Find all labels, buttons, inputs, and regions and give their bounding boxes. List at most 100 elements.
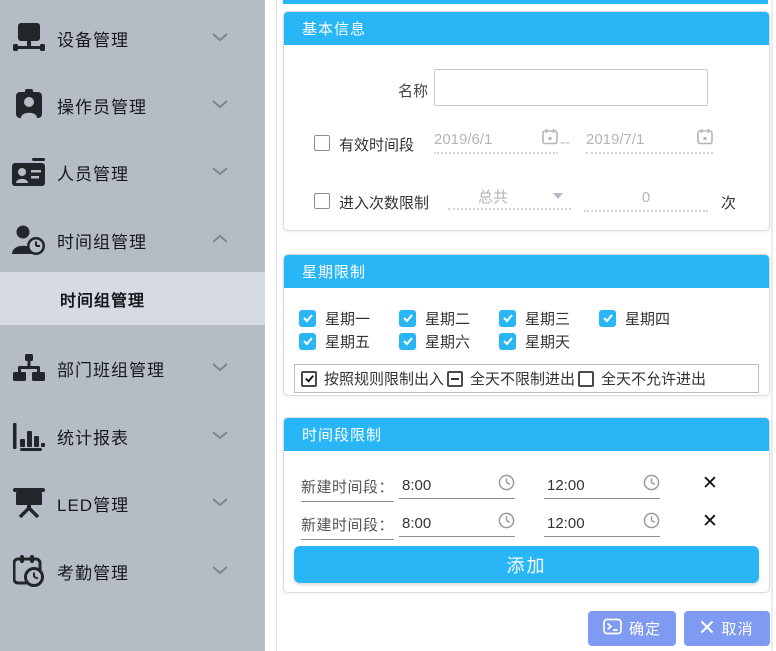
entry-limit-checkbox[interactable]: [314, 193, 330, 209]
entry-limit-count-field[interactable]: 0: [584, 184, 708, 212]
time-group-icon: [7, 224, 51, 256]
sidebar-subitem-time-group-management[interactable]: 时间组管理: [0, 272, 265, 325]
weekday-checkbox-friday[interactable]: 星期五: [299, 332, 370, 351]
mode-label: 按照规则限制出入: [324, 371, 445, 388]
sidebar-item-label: 考勤管理: [57, 563, 129, 583]
mode-label: 全天不允许进出: [601, 371, 707, 388]
chevron-down-icon: [212, 359, 228, 377]
entry-limit-mode-value: 总共: [478, 188, 509, 206]
weekday-checkbox-monday[interactable]: 星期一: [299, 309, 370, 328]
sidebar-item-label: LED管理: [57, 495, 130, 515]
start-date-field[interactable]: 2019/6/1: [434, 126, 558, 154]
delete-time-row-button[interactable]: ✕: [702, 512, 718, 531]
clock-icon[interactable]: [498, 474, 515, 496]
sidebar-divider: [276, 0, 277, 651]
sidebar-item-operators[interactable]: 操作员管理: [0, 78, 265, 132]
checkbox-checked-icon: [399, 309, 416, 327]
clock-icon[interactable]: [643, 512, 660, 534]
sidebar-item-led[interactable]: LED管理: [0, 476, 265, 530]
end-time-value: 12:00: [547, 514, 585, 532]
basic-info-panel: 基本信息 名称 有效时间段 2019/6/1 -- 2019/7/1 进入次数限…: [283, 11, 770, 231]
chevron-down-icon: [212, 562, 228, 580]
mode-rule-restrict[interactable]: 按照规则限制出入: [301, 368, 447, 389]
close-icon: [700, 620, 714, 638]
valid-period-label: 有效时间段: [339, 137, 415, 154]
device-icon: [7, 22, 51, 54]
add-time-row-button[interactable]: 添加: [294, 546, 759, 583]
name-input[interactable]: [434, 69, 708, 106]
chevron-down-icon: [553, 193, 563, 199]
cancel-button[interactable]: 取消: [684, 611, 770, 646]
sidebar-item-personnel[interactable]: 人员管理: [0, 145, 265, 199]
clock-icon[interactable]: [498, 512, 515, 534]
weekday-label: 星期四: [625, 310, 671, 328]
chevron-down-icon: [212, 96, 228, 114]
terminal-icon: [603, 618, 622, 639]
weekday-checkbox-saturday[interactable]: 星期六: [399, 332, 470, 351]
end-date-value: 2019/7/1: [586, 130, 645, 148]
mode-label: 全天不限制进出: [470, 371, 576, 388]
calendar-icon[interactable]: [697, 128, 713, 150]
panel-title: 星期限制: [284, 255, 769, 288]
end-time-field[interactable]: 12:00: [544, 472, 660, 499]
sidebar-item-time-groups[interactable]: 时间组管理: [0, 213, 265, 267]
department-icon: [7, 354, 51, 382]
sidebar-item-label: 设备管理: [57, 30, 129, 50]
mode-all-day-unrestricted[interactable]: 全天不限制进出: [447, 368, 578, 389]
stats-icon: [7, 421, 51, 451]
end-date-field[interactable]: 2019/7/1: [586, 126, 713, 154]
sidebar-item-label: 操作员管理: [57, 97, 147, 117]
calendar-icon[interactable]: [542, 128, 558, 150]
mode-all-day-denied[interactable]: 全天不允许进出: [578, 368, 709, 389]
checkbox-checked-icon: [599, 309, 616, 327]
clock-icon[interactable]: [643, 474, 660, 496]
delete-time-row-button[interactable]: ✕: [702, 474, 718, 493]
sidebar-item-devices[interactable]: 设备管理: [0, 11, 265, 65]
checkbox-checked-icon: [299, 309, 316, 327]
panel-title: 时间段限制: [284, 418, 769, 451]
checkbox-checked-icon: [301, 370, 317, 387]
checkbox-checked-icon: [299, 332, 316, 350]
weekday-checkbox-sunday[interactable]: 星期天: [499, 332, 570, 351]
chevron-down-icon: [212, 494, 228, 512]
start-time-field[interactable]: 8:00: [399, 510, 515, 537]
valid-period-checkbox[interactable]: [314, 135, 330, 151]
chevron-up-icon: [212, 231, 228, 249]
checkbox-checked-icon: [399, 332, 416, 350]
entry-limit-mode-select[interactable]: 总共: [448, 184, 571, 210]
attendance-icon: [7, 555, 51, 587]
led-icon: [7, 488, 51, 518]
confirm-button[interactable]: 确定: [588, 611, 676, 646]
checkbox-checked-icon: [499, 309, 516, 327]
access-mode-group: 按照规则限制出入 全天不限制进出 全天不允许进出: [294, 364, 759, 393]
weekday-checkbox-tuesday[interactable]: 星期二: [399, 309, 471, 328]
weekday-label: 星期二: [425, 310, 471, 328]
weekday-label: 星期三: [525, 310, 571, 328]
sidebar-item-reports[interactable]: 统计报表: [0, 409, 265, 463]
end-time-field[interactable]: 12:00: [544, 510, 660, 537]
chevron-down-icon: [212, 163, 228, 181]
chevron-down-icon: [212, 427, 228, 445]
sidebar: 设备管理 操作员管理 人员管理 时间组管理 时间组管理 部门班组管理 统计报表 …: [0, 0, 265, 651]
time-row-label: 新建时间段：: [301, 514, 395, 540]
end-time-value: 12:00: [547, 476, 585, 494]
weekday-checkbox-wednesday[interactable]: 星期三: [499, 309, 571, 328]
scrollbar-track[interactable]: [771, 0, 773, 651]
start-time-value: 8:00: [402, 476, 432, 494]
time-limit-panel: 时间段限制 新建时间段： 8:00 12:00 ✕ 新建时间段： 8:00 12…: [283, 417, 770, 593]
chevron-down-icon: [212, 29, 228, 47]
start-date-value: 2019/6/1: [434, 130, 493, 148]
confirm-label: 确定: [628, 621, 661, 638]
sidebar-item-label: 部门班组管理: [57, 360, 165, 380]
start-time-field[interactable]: 8:00: [399, 472, 515, 499]
personnel-icon: [7, 157, 51, 187]
entry-limit-label: 进入次数限制: [339, 195, 430, 212]
weekday-checkbox-thursday[interactable]: 星期四: [599, 309, 671, 328]
entry-limit-count-value: 0: [641, 188, 651, 206]
start-time-value: 8:00: [402, 514, 432, 532]
sidebar-item-label: 时间组管理: [57, 232, 147, 252]
sidebar-subitem-label: 时间组管理: [60, 292, 146, 310]
week-limit-panel: 星期限制 星期一 星期二 星期三 星期四 星期五 星期六 星期天 按照规则限制出…: [283, 254, 770, 396]
sidebar-item-departments[interactable]: 部门班组管理: [0, 341, 265, 395]
sidebar-item-attendance[interactable]: 考勤管理: [0, 544, 265, 598]
